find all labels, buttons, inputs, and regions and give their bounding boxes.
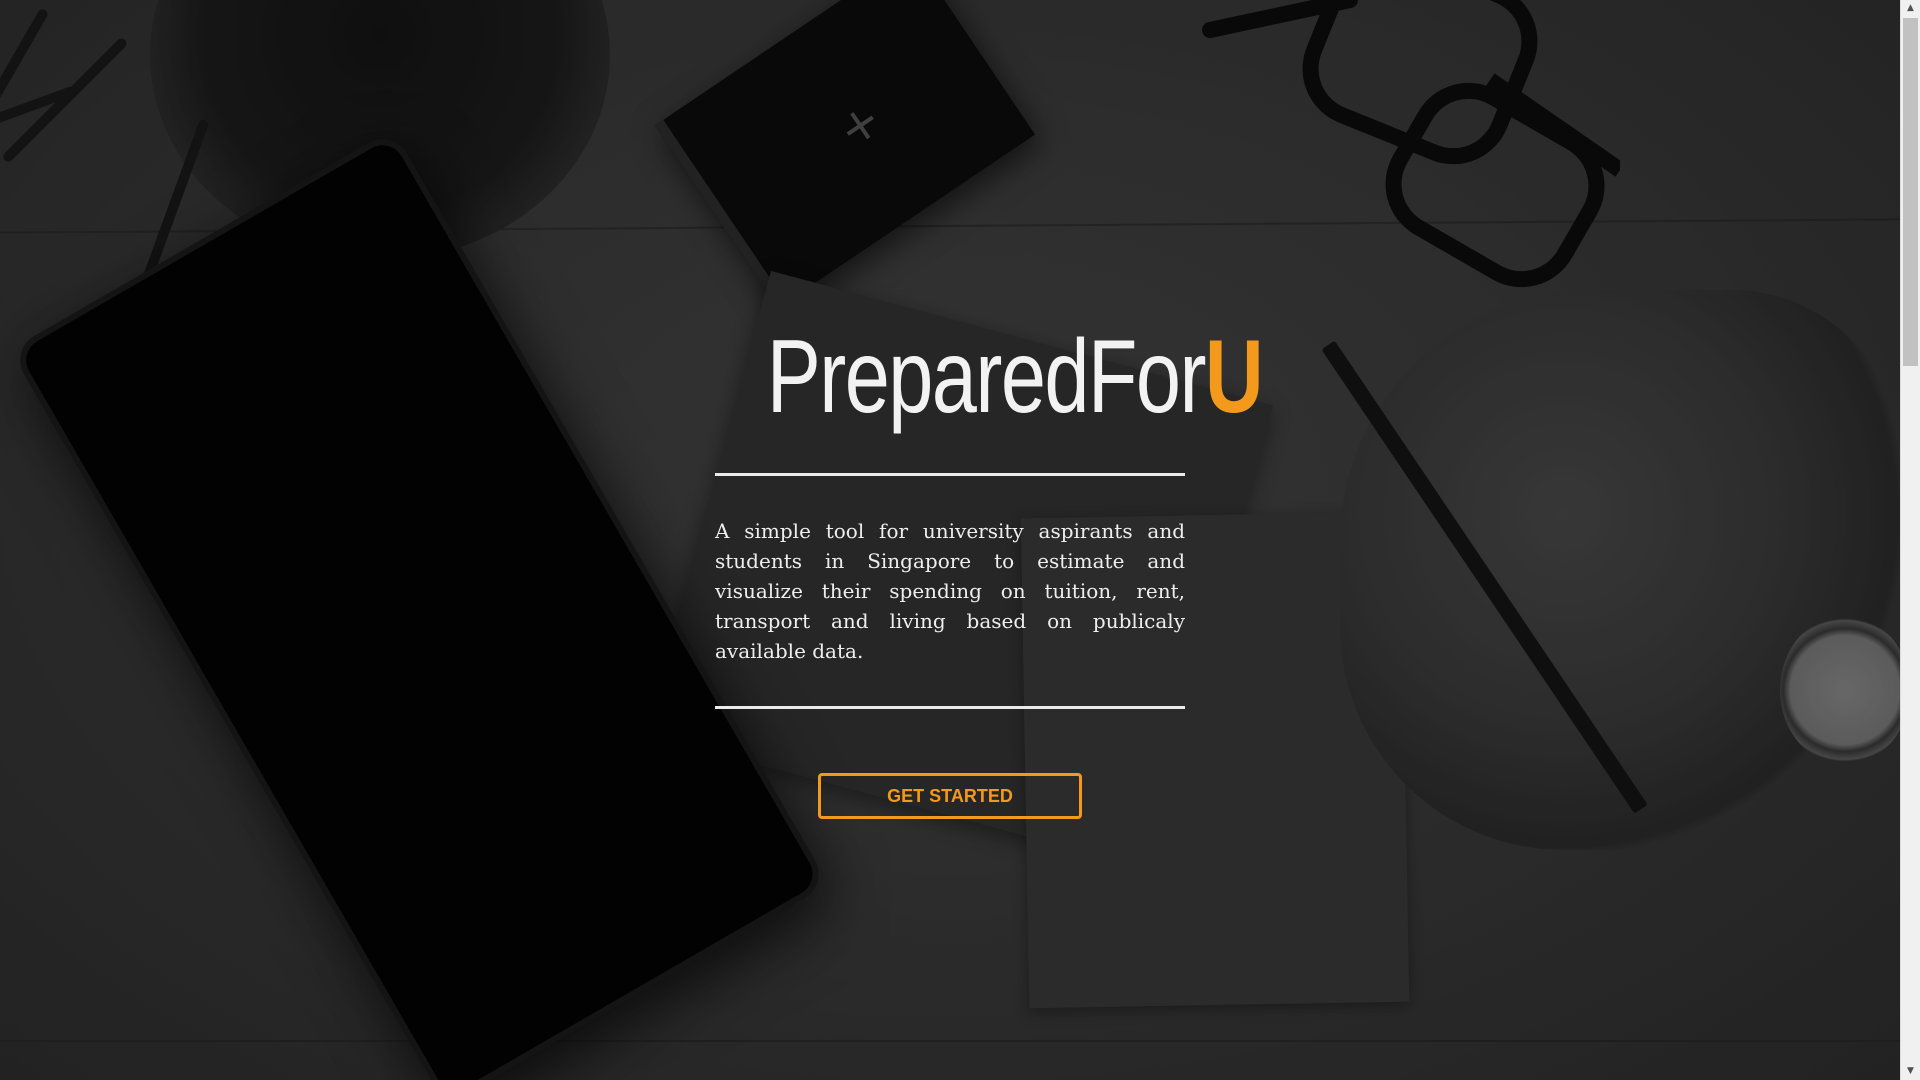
scroll-down-arrow-icon[interactable]: ▼: [1901, 1063, 1920, 1080]
scroll-up-arrow-icon[interactable]: ▲: [1901, 0, 1920, 17]
scrollbar-thumb[interactable]: [1903, 18, 1918, 366]
top-divider: [715, 473, 1185, 476]
bottom-divider: [715, 706, 1185, 709]
get-started-button[interactable]: GET STARTED: [818, 773, 1082, 819]
site-title-accent: U: [1204, 319, 1264, 435]
hero-content: PreparedForU A simple tool for universit…: [715, 325, 1264, 819]
site-title: PreparedForU: [767, 325, 1264, 429]
site-title-main: PreparedFor: [766, 319, 1207, 435]
hero-background: + PreparedForU A simple tool for univers…: [0, 0, 1900, 1080]
tagline: A simple tool for university aspirants a…: [715, 519, 1185, 663]
vertical-scrollbar[interactable]: ▲ ▼: [1900, 0, 1920, 1080]
